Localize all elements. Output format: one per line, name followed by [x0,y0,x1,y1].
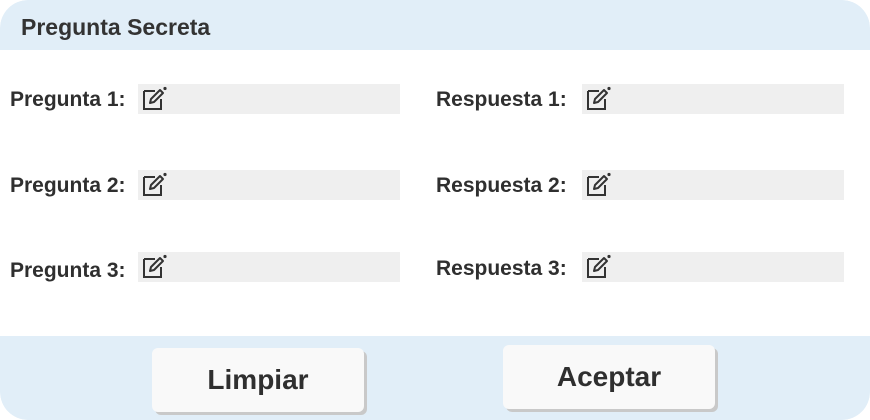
answer-3-label: Respuesta 3: [436,257,567,280]
clear-button[interactable]: Limpiar [152,348,364,412]
answer-2-input[interactable] [614,170,844,200]
edit-icon [587,172,611,196]
answer-2-label: Respuesta 2: [436,174,567,197]
answer-1-input[interactable] [614,84,844,114]
answer-2-field[interactable] [582,170,844,200]
question-3-label: Pregunta 3: [10,259,126,282]
edit-icon [587,86,611,110]
answer-1-label: Respuesta 1: [436,88,567,111]
answer-1-row: Respuesta 1: [436,84,846,116]
question-2-input[interactable] [170,170,400,200]
question-2-label: Pregunta 2: [10,174,126,197]
question-2-row: Pregunta 2: [10,170,402,202]
question-1-field[interactable] [138,84,400,114]
answer-3-row: Respuesta 3: [436,252,846,284]
panel-title: Pregunta Secreta [21,14,211,40]
question-3-input[interactable] [170,252,400,282]
edit-icon [143,86,167,110]
secret-question-panel: Pregunta Secreta Pregunta 1: Respuesta 1… [0,0,870,420]
question-1-label: Pregunta 1: [10,88,126,111]
edit-icon [143,254,167,278]
answer-1-field[interactable] [582,84,844,114]
edit-icon [587,254,611,278]
edit-icon [143,172,167,196]
accept-button[interactable]: Aceptar [503,345,715,409]
question-3-row: Pregunta 3: [10,252,402,284]
panel-header: Pregunta Secreta [0,0,870,50]
answer-2-row: Respuesta 2: [436,170,846,202]
question-1-input[interactable] [170,84,400,114]
question-1-row: Pregunta 1: [10,84,402,116]
panel-footer: Limpiar Aceptar [0,336,870,420]
answer-3-field[interactable] [582,252,844,282]
question-3-field[interactable] [138,252,400,282]
answer-3-input[interactable] [614,252,844,282]
question-2-field[interactable] [138,170,400,200]
